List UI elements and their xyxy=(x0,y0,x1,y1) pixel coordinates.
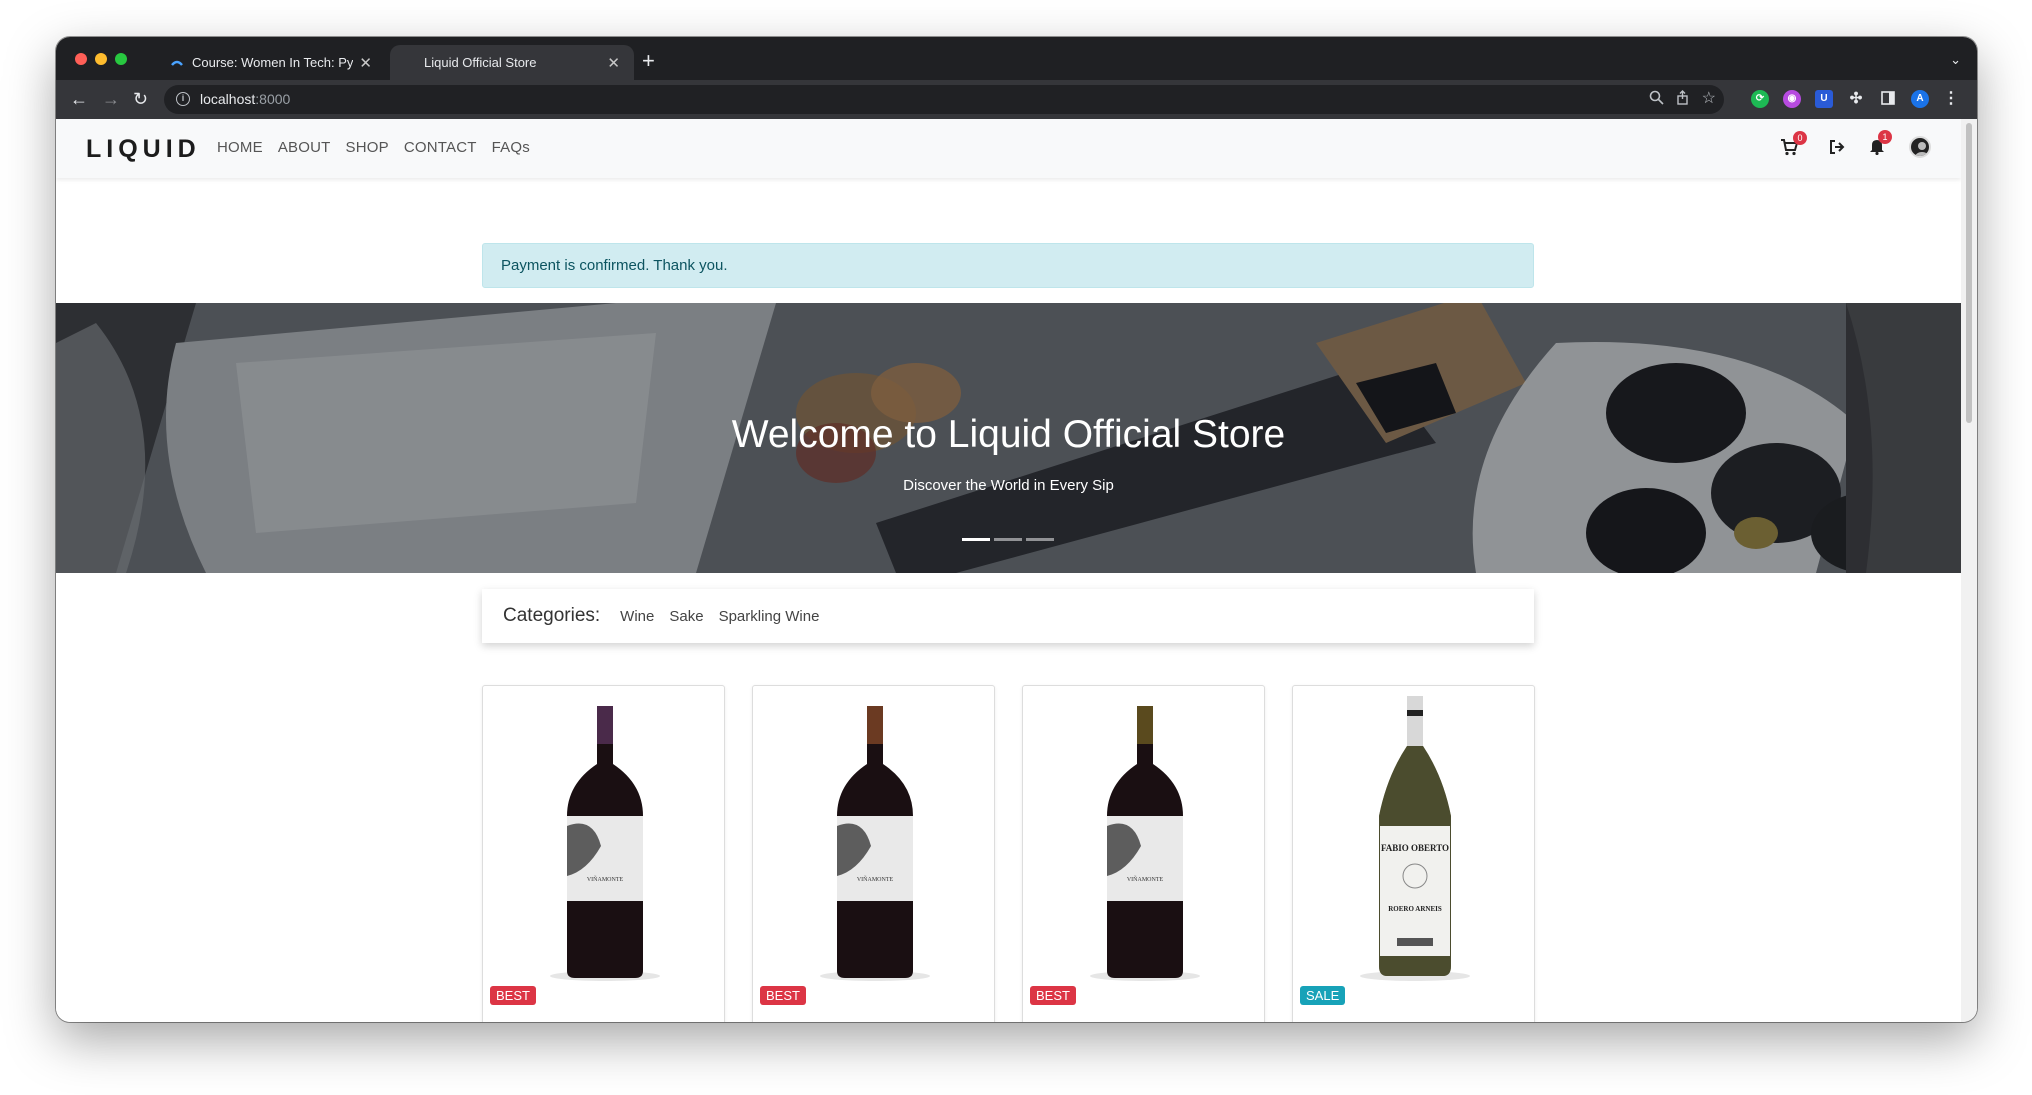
tab-strip: Course: Women In Tech: Pytho ✕ Liquid Of… xyxy=(56,37,1977,80)
tab-course[interactable]: Course: Women In Tech: Pytho ✕ xyxy=(156,45,386,80)
best-badge: BEST xyxy=(1030,986,1076,1005)
carousel-indicator-3[interactable] xyxy=(1026,538,1054,541)
categories-label: Categories: xyxy=(503,605,601,626)
zoom-window-button[interactable] xyxy=(115,53,127,65)
nav-link-contact[interactable]: CONTACT xyxy=(404,139,477,156)
close-tab-icon[interactable]: ✕ xyxy=(607,54,620,72)
site-info-icon[interactable]: i xyxy=(176,92,190,106)
product-card[interactable]: VIÑAMONTE BEST xyxy=(752,685,995,1022)
nav-link-about[interactable]: ABOUT xyxy=(278,139,331,156)
nav-link-home[interactable]: HOME xyxy=(217,139,263,156)
main-nav: HOME ABOUT SHOP CONTACT FAQs xyxy=(217,139,530,156)
nav-link-faqs[interactable]: FAQs xyxy=(492,139,530,156)
wine-bottle-image: VIÑAMONTE xyxy=(550,706,660,981)
best-badge: BEST xyxy=(760,986,806,1005)
product-card[interactable]: VIÑAMONTE BEST xyxy=(1022,685,1265,1022)
svg-text:VIÑAMONTE: VIÑAMONTE xyxy=(587,875,624,883)
hero-subtitle: Discover the World in Every Sip xyxy=(903,477,1114,494)
category-link-wine[interactable]: Wine xyxy=(620,608,654,625)
wine-bottle-image: VIÑAMONTE xyxy=(820,706,930,981)
url-text: localhost:8000 xyxy=(200,91,291,107)
browser-toolbar: ← → ↻ i localhost:8000 ☆ ⟳ ◉ U ✣ A ⋮ xyxy=(56,80,1977,119)
svg-text:VIÑAMONTE: VIÑAMONTE xyxy=(1127,875,1164,883)
user-avatar[interactable] xyxy=(1909,136,1931,158)
address-bar[interactable]: i localhost:8000 ☆ xyxy=(164,85,1724,114)
page-scrollbar[interactable] xyxy=(1961,119,1977,1022)
tab-title: Liquid Official Store xyxy=(424,55,537,70)
svg-text:FABIO OBERTO: FABIO OBERTO xyxy=(1381,843,1449,853)
best-badge: BEST xyxy=(490,986,536,1005)
tab-title: Course: Women In Tech: Pytho xyxy=(192,55,354,70)
udemy-favicon-icon xyxy=(170,56,184,70)
tab-liquid-store[interactable]: Liquid Official Store ✕ xyxy=(390,45,634,80)
zoom-magnifier-icon[interactable] xyxy=(1649,90,1664,109)
profile-avatar[interactable]: A xyxy=(1911,90,1929,108)
category-link-sparkling-wine[interactable]: Sparkling Wine xyxy=(719,608,820,625)
minimize-window-button[interactable] xyxy=(95,53,107,65)
payment-confirmation-alert: Payment is confirmed. Thank you. xyxy=(482,243,1534,288)
extension-purple-icon[interactable]: ◉ xyxy=(1783,90,1801,108)
svg-text:ROERO ARNEIS: ROERO ARNEIS xyxy=(1388,905,1442,913)
new-tab-icon[interactable]: + xyxy=(642,50,655,72)
carousel-indicators xyxy=(962,538,1054,541)
extension-green-icon[interactable]: ⟳ xyxy=(1751,90,1769,108)
browser-menu-icon[interactable]: ⋮ xyxy=(1942,90,1960,108)
reload-icon[interactable]: ↻ xyxy=(133,89,148,109)
cart-count-badge: 0 xyxy=(1793,131,1807,145)
hero-carousel[interactable]: Welcome to Liquid Official Store Discove… xyxy=(56,303,1961,573)
site-navbar: LIQUID HOME ABOUT SHOP CONTACT FAQs 0 1 xyxy=(56,119,1961,178)
carousel-indicator-2[interactable] xyxy=(994,538,1022,541)
site-logo[interactable]: LIQUID xyxy=(86,135,201,164)
product-grid: VIÑAMONTE BEST VIÑAMONTE BEST VIÑAMONTE … xyxy=(482,685,1535,1022)
nav-link-shop[interactable]: SHOP xyxy=(346,139,389,156)
tab-search-chevron-icon[interactable]: ⌄ xyxy=(1950,52,1961,68)
product-card[interactable]: FABIO OBERTO ROERO ARNEIS SALE xyxy=(1292,685,1535,1022)
extensions-puzzle-icon[interactable]: ✣ xyxy=(1847,90,1865,108)
side-panel-icon[interactable] xyxy=(1879,90,1897,108)
category-link-sake[interactable]: Sake xyxy=(669,608,703,625)
svg-text:VIÑAMONTE: VIÑAMONTE xyxy=(857,875,894,883)
white-wine-bottle-image: FABIO OBERTO ROERO ARNEIS xyxy=(1360,696,1470,981)
close-window-button[interactable] xyxy=(75,53,87,65)
browser-window: Course: Women In Tech: Pytho ✕ Liquid Of… xyxy=(56,37,1977,1022)
logout-icon[interactable] xyxy=(1829,139,1845,160)
web-page: LIQUID HOME ABOUT SHOP CONTACT FAQs 0 1 … xyxy=(56,119,1961,1022)
wine-bottle-image: VIÑAMONTE xyxy=(1090,706,1200,981)
scrollbar-thumb[interactable] xyxy=(1966,123,1972,423)
close-tab-icon[interactable]: ✕ xyxy=(359,54,372,72)
product-card[interactable]: VIÑAMONTE BEST xyxy=(482,685,725,1022)
notification-count-badge: 1 xyxy=(1878,130,1892,144)
share-icon[interactable] xyxy=(1675,90,1690,109)
extension-shield-icon[interactable]: U xyxy=(1815,90,1833,108)
categories-bar: Categories: Wine Sake Sparkling Wine xyxy=(482,589,1534,643)
back-arrow-icon[interactable]: ← xyxy=(70,89,88,109)
forward-arrow-icon[interactable]: → xyxy=(102,89,120,109)
hero-title: Welcome to Liquid Official Store xyxy=(731,413,1286,456)
sale-badge: SALE xyxy=(1300,986,1346,1005)
bookmark-star-icon[interactable]: ☆ xyxy=(1702,88,1716,108)
carousel-indicator-1[interactable] xyxy=(962,538,990,541)
